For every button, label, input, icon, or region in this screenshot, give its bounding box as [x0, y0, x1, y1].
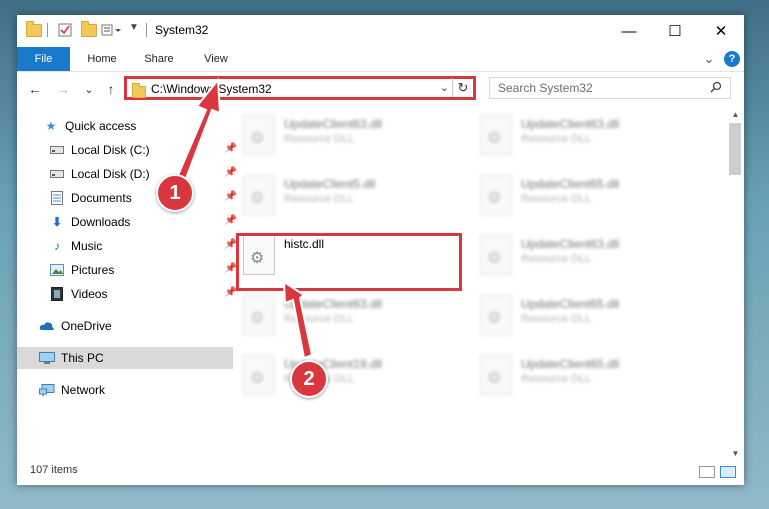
arrow-1	[174, 77, 222, 186]
callout-2: 2	[290, 360, 328, 398]
annotation-arrows	[174, 77, 314, 360]
callout-1: 1	[156, 174, 194, 212]
arrow-2	[282, 280, 314, 360]
